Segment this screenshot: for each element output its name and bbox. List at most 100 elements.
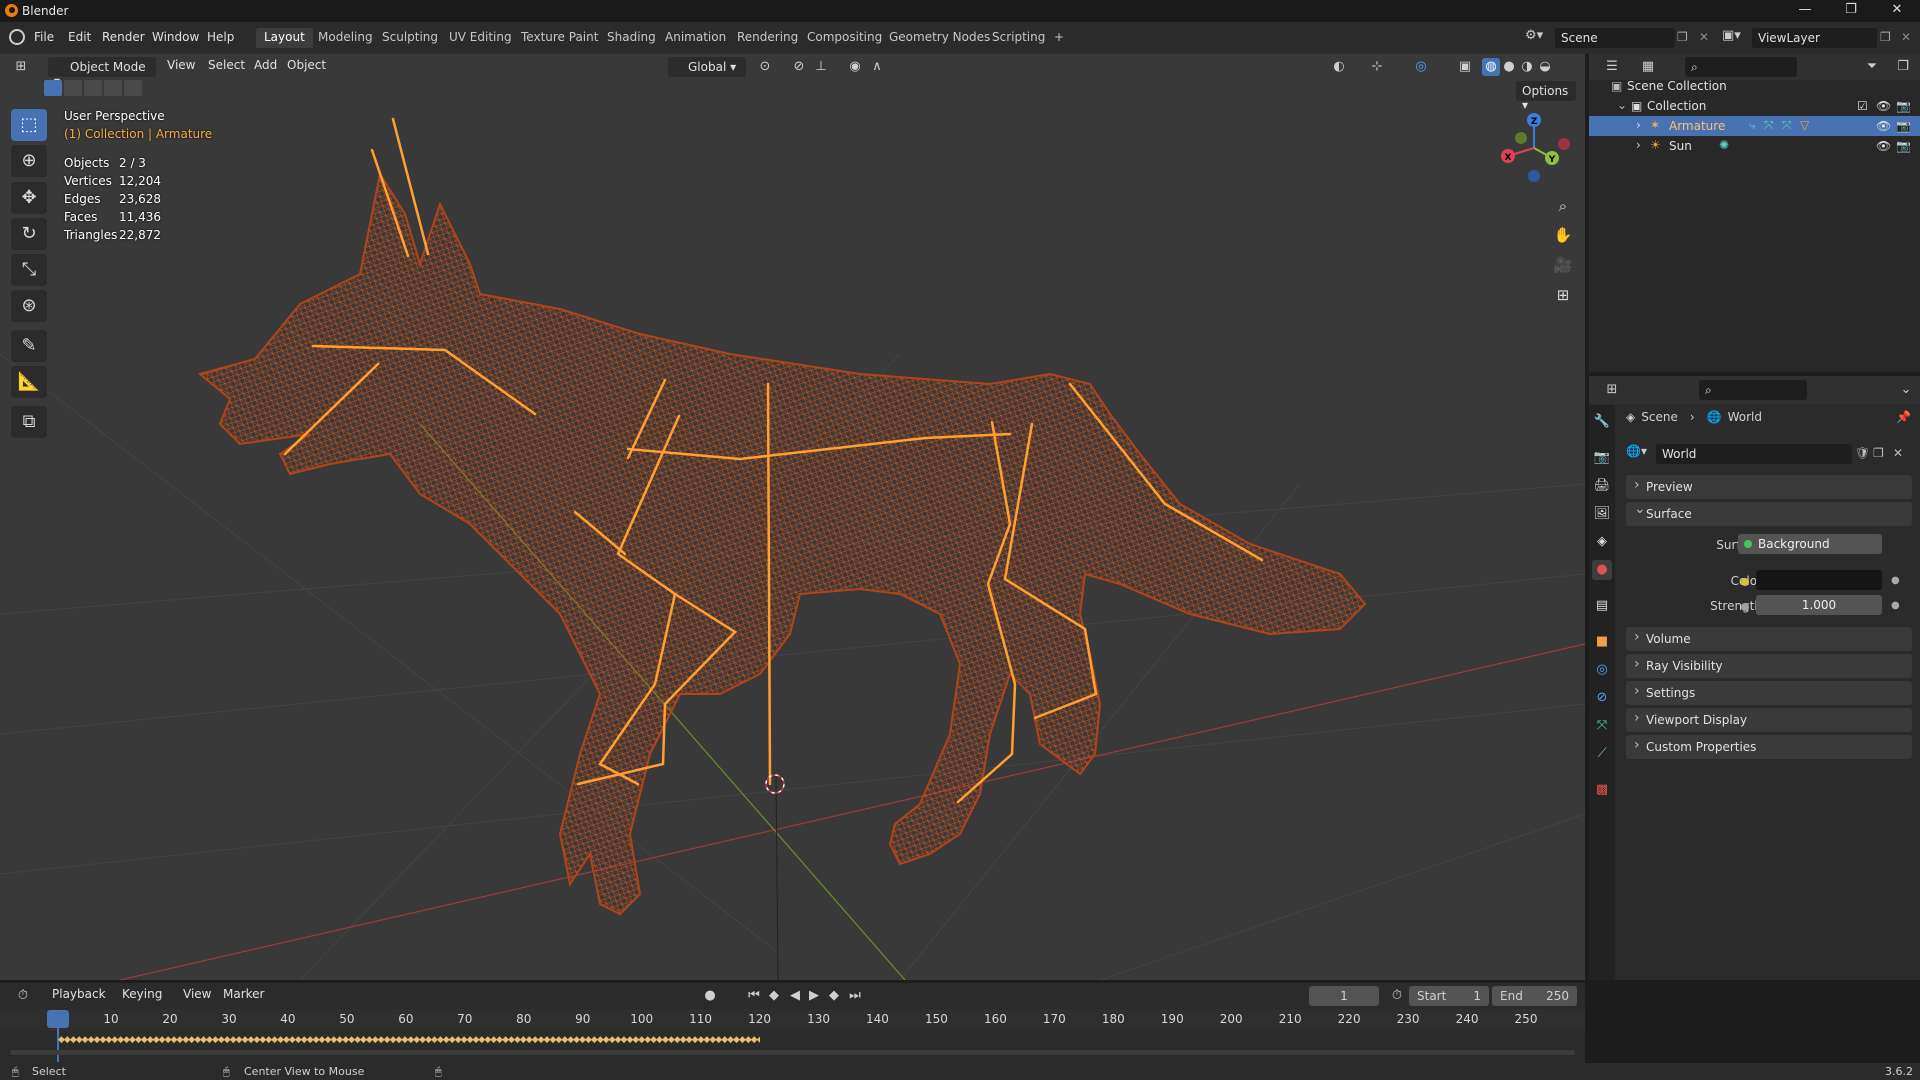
menu-view[interactable]: View	[167, 58, 195, 76]
output-tab-icon[interactable]: 🖨	[1592, 476, 1612, 496]
menu-edit[interactable]: Edit	[68, 30, 91, 44]
scale-tool[interactable]: ⤡	[11, 254, 47, 286]
rendered-shading-icon[interactable]: ◒	[1536, 58, 1554, 76]
expand-arrow-icon[interactable]: ›	[1636, 118, 1641, 132]
zoom-icon[interactable]: ⌕	[1550, 193, 1576, 219]
bone-tab-icon[interactable]: ⟋	[1592, 744, 1612, 764]
mode-dropdown[interactable]: Object Mode ▾	[48, 57, 156, 88]
texture-tab-icon[interactable]: ▩	[1592, 780, 1612, 800]
visibility-eye-icon[interactable]: 👁	[1876, 139, 1891, 153]
tab-geometry-nodes[interactable]: Geometry Nodes	[881, 28, 998, 48]
ray-visibility-panel[interactable]: Ray Visibility	[1626, 654, 1912, 678]
new-collection-icon[interactable]: ❐	[1894, 58, 1912, 76]
tab-shading[interactable]: Shading	[599, 28, 664, 48]
falloff-icon[interactable]: ∧	[868, 58, 886, 76]
preview-panel[interactable]: Preview	[1626, 475, 1912, 499]
proportional-edit-icon[interactable]: ◉	[846, 58, 864, 76]
prev-keyframe-icon[interactable]: ◆	[765, 987, 783, 1005]
play-icon[interactable]: ▶	[805, 987, 823, 1005]
pivot-point-icon[interactable]: ⊙	[756, 58, 774, 76]
scene-tab-icon[interactable]: ◈	[1592, 532, 1612, 552]
close-button[interactable]: ✕	[1874, 0, 1920, 22]
cursor-tool[interactable]: ⊕	[11, 145, 47, 177]
pan-hand-icon[interactable]: ✋	[1550, 222, 1576, 248]
outliner-row-sun[interactable]: › ☀ Sun ✺ 👁 📷	[1589, 136, 1920, 156]
xray-icon[interactable]: ▣	[1456, 58, 1474, 76]
world-browse-icon[interactable]: 🌐▾	[1626, 444, 1654, 464]
keyframe-strip[interactable]: ◆◆◆◆◆◆◆◆◆◆◆◆◆◆◆◆◆◆◆◆◆◆◆◆◆◆◆◆◆◆◆◆◆◆◆◆◆◆◆◆…	[58, 1035, 760, 1044]
select-new-icon[interactable]	[44, 80, 62, 96]
menu-keying[interactable]: Keying	[122, 987, 162, 1005]
ortho-grid-icon[interactable]: ⊞	[1550, 282, 1576, 308]
3d-viewport[interactable]: Z Y X	[0, 54, 1585, 980]
unlink-world-icon[interactable]: ✕	[1893, 446, 1903, 460]
annotate-tool[interactable]: ✎	[11, 330, 47, 362]
properties-search-input[interactable]: ⌕	[1699, 380, 1807, 400]
editor-type-icon[interactable]: ⊞	[12, 58, 30, 76]
volume-panel[interactable]: Volume	[1626, 627, 1912, 651]
start-frame-field[interactable]: Start 1	[1409, 986, 1489, 1006]
play-reverse-icon[interactable]: ◀	[786, 987, 804, 1005]
menu-select[interactable]: Select	[208, 58, 245, 76]
menu-file[interactable]: File	[34, 30, 54, 44]
timeline-scrollbar[interactable]	[10, 1050, 1575, 1055]
view-layer-field[interactable]: ViewLayer	[1752, 28, 1877, 48]
transform-tool[interactable]: ⊛	[11, 290, 47, 322]
tab-compositing[interactable]: Compositing	[799, 28, 890, 48]
menu-timeline-view[interactable]: View	[183, 987, 211, 1005]
visibility-eye-icon[interactable]: 👁	[1876, 119, 1891, 133]
playhead[interactable]	[47, 1010, 69, 1028]
menu-window[interactable]: Window	[152, 30, 199, 44]
gizmo-toggle-icon[interactable]: ⊹	[1368, 58, 1386, 76]
view-layer-tab-icon[interactable]: 🖼	[1592, 504, 1612, 524]
tab-texture-paint[interactable]: Texture Paint	[513, 28, 606, 48]
tab-sculpting[interactable]: Sculpting	[374, 28, 446, 48]
current-frame-field[interactable]: 1	[1309, 986, 1379, 1006]
tab-scripting[interactable]: Scripting	[984, 28, 1053, 48]
menu-help[interactable]: Help	[207, 30, 234, 44]
maximize-button[interactable]: ❐	[1828, 0, 1874, 22]
menu-object[interactable]: Object	[287, 58, 326, 76]
tab-layout[interactable]: Layout	[256, 28, 313, 48]
outliner-editor-type-icon[interactable]: ☰	[1603, 58, 1621, 76]
view-layer-browse-icon[interactable]: ▣▾	[1722, 28, 1750, 48]
menu-render[interactable]: Render	[102, 30, 145, 44]
properties-options-icon[interactable]: ⌄	[1897, 381, 1915, 399]
menu-add[interactable]: Add	[254, 58, 277, 76]
strength-keyframe-icon[interactable]: ●	[1891, 600, 1900, 611]
render-camera-icon[interactable]: 📷	[1896, 99, 1911, 113]
tab-rendering[interactable]: Rendering	[729, 28, 806, 48]
constraints-tab-icon[interactable]: ⊘	[1592, 688, 1612, 708]
object-data-tab-icon[interactable]: ⤧	[1592, 716, 1612, 736]
delete-view-layer-icon[interactable]: ✕	[1901, 30, 1911, 44]
exclude-checkbox-icon[interactable]: ☑	[1857, 99, 1868, 113]
strength-field[interactable]: 1.000	[1756, 595, 1882, 615]
add-workspace-button[interactable]: +	[1046, 28, 1072, 48]
rotate-tool[interactable]: ↻	[11, 218, 47, 250]
material-shading-icon[interactable]: ◑	[1518, 58, 1536, 76]
next-keyframe-icon[interactable]: ◆	[825, 987, 843, 1005]
options-dropdown[interactable]: Options ▾	[1516, 81, 1576, 112]
preview-range-icon[interactable]: ⏱	[1388, 987, 1406, 1005]
collection-tab-icon[interactable]: ▤	[1592, 596, 1612, 616]
select-box-tool[interactable]: ⬚	[11, 109, 47, 141]
menu-marker[interactable]: Marker	[223, 987, 264, 1005]
add-cube-tool[interactable]: ⧉	[11, 406, 47, 438]
color-keyframe-icon[interactable]: ●	[1891, 575, 1900, 586]
physics-tab-icon[interactable]: ◎	[1592, 660, 1612, 680]
render-tab-icon[interactable]: 📷	[1592, 448, 1612, 468]
new-view-layer-icon[interactable]: ❐	[1880, 30, 1891, 44]
snap-icon[interactable]: ⊘	[790, 58, 808, 76]
visibility-eye-icon[interactable]: 👁	[1876, 99, 1891, 113]
filter-icon[interactable]: ⏷	[1863, 58, 1881, 76]
visibility-icon[interactable]: ◐	[1330, 58, 1348, 76]
select-subtract-icon[interactable]	[84, 80, 102, 96]
measure-tool[interactable]: 📐	[11, 366, 47, 398]
tab-animation[interactable]: Animation	[657, 28, 734, 48]
surface-panel[interactable]: Surface	[1626, 501, 1912, 526]
select-extend-icon[interactable]	[64, 80, 82, 96]
fake-user-icon[interactable]: 🛡	[1855, 446, 1870, 460]
solid-shading-icon[interactable]: ●	[1500, 58, 1518, 76]
display-mode-icon[interactable]: ▦	[1639, 58, 1657, 76]
snap-target-icon[interactable]: ⊥	[812, 58, 830, 76]
